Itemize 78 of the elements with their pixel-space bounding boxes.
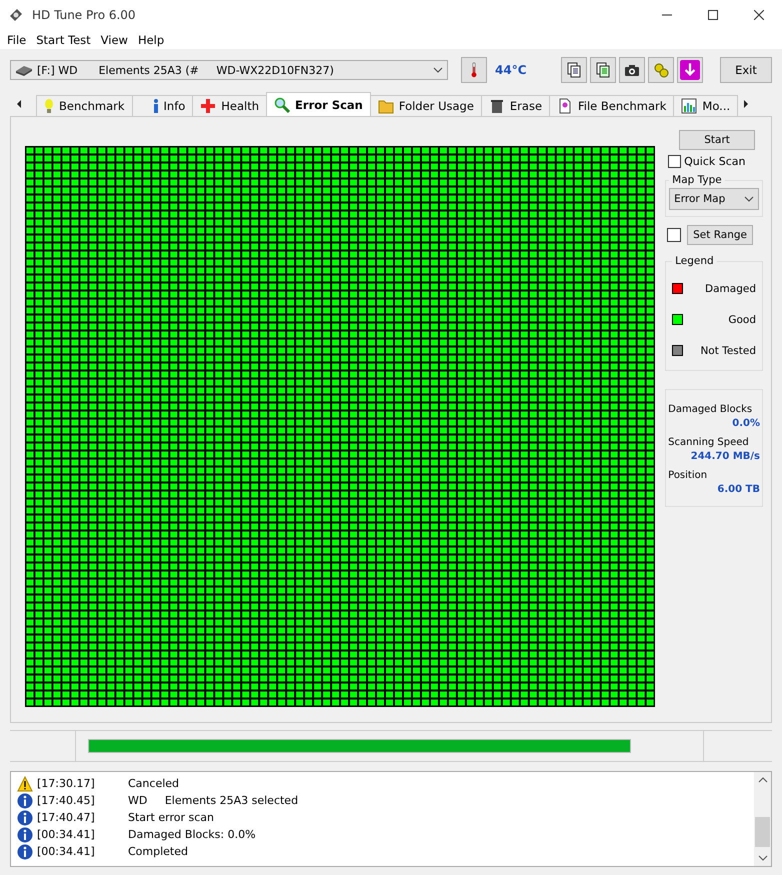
log-time: [00:34.41] (37, 845, 96, 858)
stat-value: 0.0% (731, 418, 760, 429)
group-title: Map Type (671, 174, 723, 186)
legend-label: Damaged (705, 282, 756, 294)
copy-all-button[interactable] (590, 57, 616, 83)
tab[interactable]: File Benchmark (549, 95, 674, 116)
log-time: [00:34.41] (37, 828, 96, 841)
camera-button[interactable] (619, 57, 645, 83)
set-range-checkbox[interactable] (667, 228, 682, 242)
tab[interactable]: Info (132, 95, 194, 116)
log-time: [17:30.17] (37, 777, 96, 790)
log-message: Start error scan (128, 811, 214, 824)
window-title: HD Tune Pro 6.00 (32, 8, 136, 22)
tab[interactable]: Benchmark (36, 95, 133, 116)
app-icon (8, 7, 24, 23)
set-range-button[interactable]: Set Range (687, 225, 753, 245)
scrollbar[interactable] (754, 772, 771, 866)
search-icon (274, 96, 290, 112)
trash-icon (488, 98, 505, 114)
file-icon (557, 98, 574, 114)
tab[interactable]: Folder Usage (370, 95, 482, 116)
camera-icon (624, 62, 640, 78)
menu-item[interactable]: Start Test (31, 32, 96, 46)
save-button[interactable] (677, 57, 703, 83)
log-message: Completed (128, 845, 188, 858)
log-time: [17:40.45] (37, 794, 96, 807)
scroll-up-icon[interactable] (758, 777, 768, 783)
info-icon (17, 826, 33, 842)
log-message: Canceled (128, 777, 180, 790)
options-button[interactable] (648, 57, 674, 83)
menu-item[interactable]: View (96, 32, 133, 46)
scroll-down-icon[interactable] (758, 855, 768, 861)
thermometer-button[interactable] (461, 57, 487, 83)
menu-item[interactable]: Help (132, 32, 170, 46)
chevron-icon (433, 67, 443, 73)
close-icon[interactable] (754, 10, 764, 20)
start-button[interactable]: Start (679, 130, 755, 150)
documents-icon (595, 62, 611, 78)
group-title: Legend (674, 255, 715, 267)
scroll-right-icon[interactable] (743, 99, 750, 109)
coins-icon (653, 62, 669, 78)
quick-scan-checkbox[interactable] (668, 155, 682, 168)
stat-value: 6.00 TB (716, 484, 760, 495)
chevron-icon (744, 196, 754, 202)
log-time: [17:40.47] (37, 811, 96, 824)
info-icon (152, 98, 159, 114)
info-icon (17, 810, 33, 826)
log-message: WD Elements 25A3 selected (128, 794, 298, 807)
map-type-dropdown[interactable]: Error Map (669, 188, 759, 210)
stat-label: Position (668, 470, 708, 481)
maximize-icon[interactable] (708, 10, 718, 20)
log-message: Damaged Blocks: 0.0% (128, 828, 256, 841)
temperature-value: 44°C (495, 63, 528, 77)
tab[interactable]: Error Scan (266, 92, 371, 116)
stat-label: Scanning Speed (668, 437, 750, 448)
stat-label: Damaged Blocks (668, 404, 754, 415)
scroll-left-icon[interactable] (16, 99, 22, 109)
legend-label: Not Tested (700, 344, 756, 356)
tab[interactable]: Mo... (673, 95, 738, 116)
download-icon (680, 60, 700, 80)
warning-icon (17, 776, 33, 792)
health-icon (200, 98, 216, 114)
info-icon (17, 792, 33, 808)
drive-select[interactable]: [F:] WD Elements 25A3 (# WD-WX22D10FN327) (10, 60, 448, 80)
copy-icon (566, 62, 582, 78)
folder-icon (378, 98, 394, 114)
legend-label: Good (728, 314, 756, 326)
quick-scan-label: Quick Scan (684, 155, 746, 168)
tab[interactable]: Erase (480, 95, 550, 116)
tab[interactable]: Health (192, 95, 268, 116)
menu-item[interactable]: File (2, 32, 32, 46)
info-icon (17, 844, 33, 860)
exit-button[interactable]: Exit (720, 57, 772, 83)
copy-button[interactable] (561, 57, 587, 83)
stat-value: 244.70 MB/s (690, 451, 760, 462)
chart-icon (681, 98, 698, 114)
drive-icon (15, 64, 33, 76)
bulb-icon (44, 98, 54, 114)
